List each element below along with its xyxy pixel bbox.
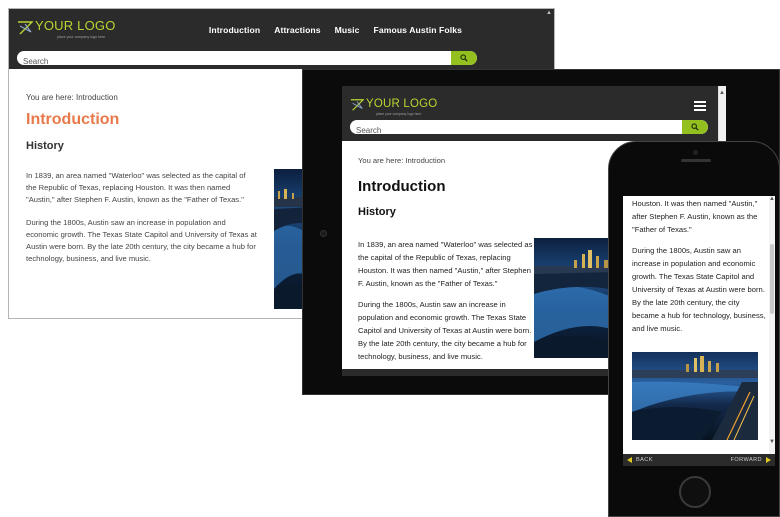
search-bar	[17, 51, 477, 65]
forward-arrow-icon	[766, 457, 771, 463]
breadcrumb: You are here: Introduction	[26, 87, 118, 105]
scrollbar[interactable]: ▲ ▼	[769, 196, 775, 454]
nav-item-famous-austin-folks[interactable]: Famous Austin Folks	[374, 25, 462, 35]
phone-home-button[interactable]	[679, 476, 711, 508]
search-bar	[350, 120, 708, 134]
austin-skyline-photo	[632, 352, 758, 440]
phone-camera	[693, 150, 698, 155]
forward-label: FORWARD	[730, 457, 762, 463]
section-heading: History	[26, 140, 64, 152]
paragraph-2: During the 1800s, Austin saw an increase…	[632, 246, 766, 333]
logo-mark-icon	[350, 98, 365, 112]
phone-speaker	[681, 159, 711, 162]
page-title: Introduction	[26, 111, 120, 128]
tablet-camera	[320, 230, 327, 237]
paragraph-1: Houston. It was then named "Austin," aft…	[632, 199, 758, 234]
logo-tagline: place your company logo here	[376, 112, 422, 116]
page-title: Introduction	[358, 178, 446, 195]
breadcrumb-text: You are here: Introduction	[26, 93, 118, 102]
back-arrow-icon	[627, 457, 632, 463]
paragraph-1: In 1839, an area named "Waterloo" was se…	[358, 240, 533, 288]
section-heading: History	[358, 206, 396, 218]
logo-mark-icon	[17, 20, 34, 36]
breadcrumb: You are here: Introduction	[358, 156, 446, 165]
scroll-up-icon[interactable]: ▲	[719, 90, 725, 96]
search-icon	[460, 54, 468, 62]
hamburger-menu-icon[interactable]	[694, 101, 706, 113]
search-button[interactable]	[451, 51, 477, 65]
scrollbar-thumb[interactable]	[770, 244, 774, 314]
logo[interactable]: YOUR LOGO place your company logo here	[350, 94, 437, 116]
forward-button[interactable]: FORWARD	[731, 457, 771, 463]
logo-tagline: place your company logo here	[57, 35, 106, 39]
nav-item-music[interactable]: Music	[335, 25, 360, 35]
main-nav: Introduction Attractions Music Famous Au…	[209, 25, 462, 35]
logo-text: YOUR LOGO	[35, 18, 116, 33]
search-input[interactable]	[17, 54, 447, 65]
scroll-down-icon[interactable]: ▼	[769, 439, 775, 445]
nav-item-attractions[interactable]: Attractions	[274, 25, 320, 35]
phone-screen: Houston. It was then named "Austin," aft…	[623, 196, 775, 454]
phone-preview: Houston. It was then named "Austin," aft…	[608, 141, 780, 517]
desktop-header: YOUR LOGO place your company logo here I…	[9, 9, 554, 69]
search-input[interactable]	[350, 123, 680, 134]
paragraph-2: During the 1800s, Austin saw an increase…	[358, 300, 532, 361]
austin-skyline-photo	[534, 238, 614, 358]
paragraph-2: During the 1800s, Austin saw an increase…	[26, 218, 257, 263]
back-label: BACK	[636, 457, 653, 463]
tablet-header: YOUR LOGO place your company logo here	[342, 86, 726, 141]
search-icon	[691, 123, 699, 131]
scroll-up-icon[interactable]: ▲	[769, 196, 775, 202]
logo-text: YOUR LOGO	[366, 98, 438, 110]
logo[interactable]: YOUR LOGO place your company logo here	[17, 17, 116, 40]
paragraph-1: In 1839, an area named "Waterloo" was se…	[26, 171, 246, 204]
phone-nav-bar: BACK FORWARD	[623, 454, 775, 466]
search-button[interactable]	[682, 120, 708, 134]
back-button[interactable]: BACK	[627, 457, 653, 463]
nav-item-introduction[interactable]: Introduction	[209, 25, 260, 35]
scroll-up-icon[interactable]: ▲	[546, 10, 552, 16]
